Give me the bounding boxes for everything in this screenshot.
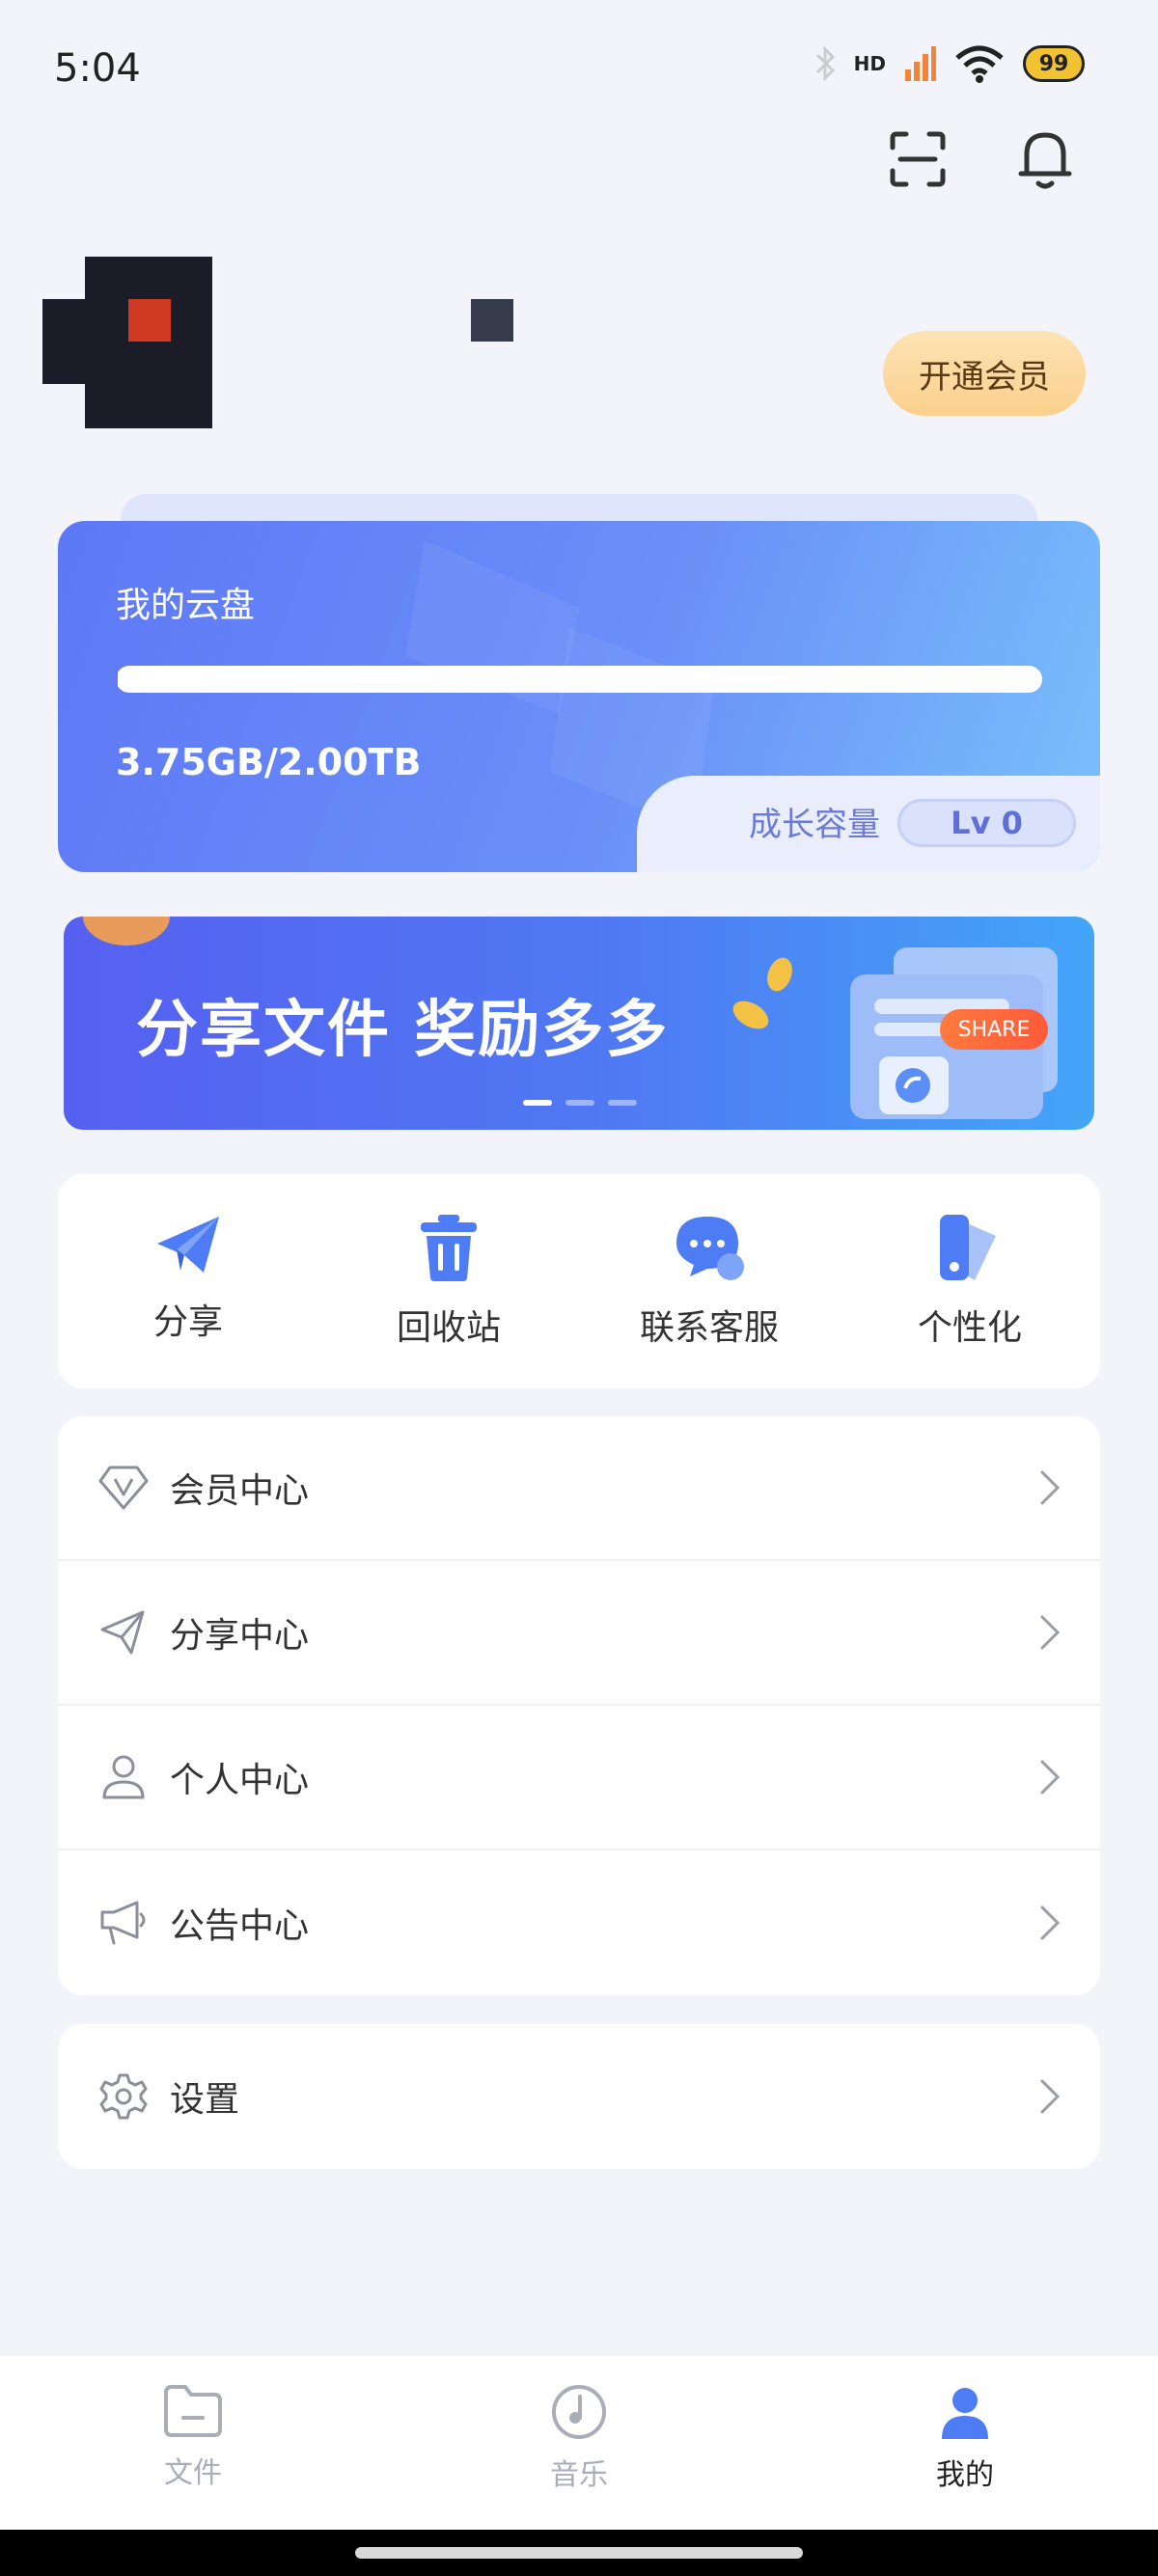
coin-decoration <box>83 917 170 945</box>
nav-label: 我的 <box>936 2458 994 2492</box>
menu-item-announcement-center[interactable]: 公告中心 <box>58 1850 1100 1995</box>
banner-pagination <box>523 1100 637 1106</box>
banner-dot <box>565 1100 594 1106</box>
network-type: HD <box>853 52 886 75</box>
nav-label: 文件 <box>164 2456 222 2490</box>
status-time: 5:04 <box>54 46 141 91</box>
storage-usage: 3.75GB/2.00TB <box>116 741 422 783</box>
quick-action-label: 联系客服 <box>639 1308 779 1348</box>
cloud-title: 我的云盘 <box>116 586 256 625</box>
chevron-right-icon <box>1040 1760 1061 1795</box>
banner-dot <box>523 1100 552 1106</box>
chevron-right-icon <box>1040 1615 1061 1650</box>
banner-text: 分享文件 奖励多多 <box>136 995 670 1066</box>
battery-level: 99 <box>1038 51 1069 76</box>
battery-indicator: 99 <box>1023 45 1085 82</box>
quick-action-personalize[interactable]: 个性化 <box>840 1174 1100 1388</box>
quick-action-recycle-bin[interactable]: 回收站 <box>318 1174 579 1388</box>
megaphone-icon <box>100 1901 146 1945</box>
notification-button[interactable] <box>1011 125 1079 193</box>
nav-tab-music[interactable]: 音乐 <box>386 2356 772 2530</box>
folder-icon <box>164 2385 222 2437</box>
username-glyph <box>471 299 513 342</box>
music-disc-icon <box>552 2385 606 2439</box>
chevron-right-icon <box>1040 1905 1061 1940</box>
growth-capacity-label: 成长容量 <box>749 806 880 844</box>
quick-actions: 分享 回收站 联系客服 个性化 <box>58 1174 1100 1388</box>
menu-item-label: 会员中心 <box>170 1471 310 1511</box>
share-reward-banner[interactable]: 分享文件 奖励多多 SHARE <box>64 917 1094 1130</box>
chat-bubble-icon <box>676 1217 744 1280</box>
status-icons: HD 99 <box>813 44 1085 83</box>
signal-icon <box>905 46 936 81</box>
gear-icon <box>99 2073 148 2120</box>
nav-label: 音乐 <box>550 2458 608 2492</box>
bell-icon <box>1018 132 1072 189</box>
menu-item-label: 设置 <box>170 2080 240 2120</box>
wifi-icon <box>955 45 1004 83</box>
menu-item-settings[interactable]: 设置 <box>58 2024 1100 2169</box>
trash-icon <box>421 1215 477 1281</box>
banner-dot <box>608 1100 637 1106</box>
home-indicator[interactable] <box>355 2547 803 2559</box>
diamond-icon <box>98 1466 149 1510</box>
send-icon <box>100 1610 145 1655</box>
avatar[interactable] <box>42 257 216 430</box>
menu-item-vip-center[interactable]: 会员中心 <box>58 1416 1100 1561</box>
quick-action-label: 分享 <box>152 1302 223 1342</box>
share-tag: SHARE <box>940 1009 1048 1050</box>
user-icon <box>102 1755 145 1799</box>
bluetooth-icon <box>815 45 835 82</box>
menu-item-share-center[interactable]: 分享中心 <box>58 1561 1100 1706</box>
menu-item-personal-center[interactable]: 个人中心 <box>58 1706 1100 1850</box>
quick-action-share[interactable]: 分享 <box>58 1174 318 1388</box>
open-vip-button[interactable]: 开通会员 <box>883 331 1086 416</box>
scan-button[interactable] <box>884 125 951 193</box>
person-icon <box>942 2388 988 2439</box>
quick-action-label: 回收站 <box>396 1308 501 1348</box>
paper-plane-icon <box>157 1217 219 1273</box>
theme-swatch-icon <box>940 1215 996 1280</box>
settings-panel: 设置 <box>58 2024 1100 2169</box>
chevron-right-icon <box>1040 1470 1061 1505</box>
nav-tab-mine[interactable]: 我的 <box>772 2356 1158 2530</box>
nav-tab-files[interactable]: 文件 <box>0 2356 386 2530</box>
scan-icon <box>890 131 946 187</box>
menu-item-label: 公告中心 <box>170 1906 310 1946</box>
menu-list: 会员中心 分享中心 个人中心 公告中心 <box>58 1416 1100 1995</box>
chevron-right-icon <box>1040 2079 1061 2114</box>
menu-item-label: 个人中心 <box>170 1761 310 1800</box>
bottom-nav: 文件 音乐 我的 <box>0 2356 1158 2530</box>
quick-action-customer-service[interactable]: 联系客服 <box>579 1174 840 1388</box>
quick-action-label: 个性化 <box>917 1308 1022 1348</box>
menu-item-label: 分享中心 <box>170 1616 310 1656</box>
storage-progress-bar <box>116 666 1042 693</box>
level-badge[interactable]: Lv 0 <box>897 799 1076 847</box>
cloud-storage-card[interactable]: 我的云盘 3.75GB/2.00TB 成长容量 Lv 0 <box>58 521 1100 872</box>
storage-progress-fill <box>116 666 118 693</box>
